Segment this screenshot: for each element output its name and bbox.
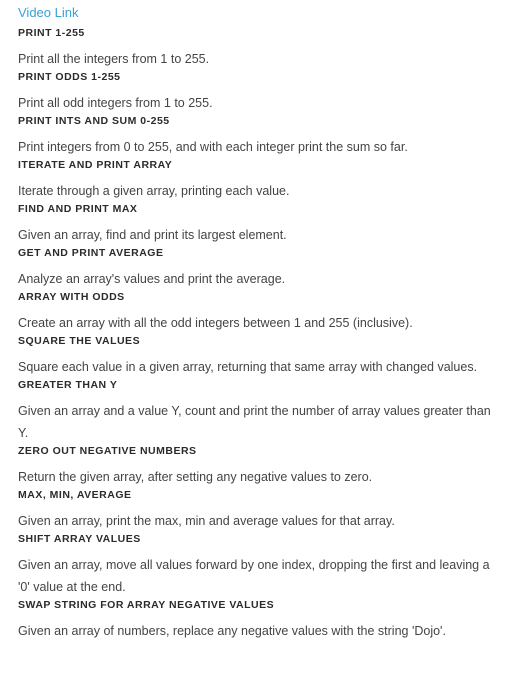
exercise-description: Iterate through a given array, printing … — [18, 184, 290, 198]
exercise-description: Print all odd integers from 1 to 255. — [18, 96, 213, 110]
exercise-description: Given an array, print the max, min and a… — [18, 514, 395, 528]
exercise-item: PRINT 1-255 Print all the integers from … — [18, 26, 493, 70]
exercise-title: PRINT 1-255 — [18, 27, 85, 39]
exercise-description: Print integers from 0 to 255, and with e… — [18, 140, 408, 154]
exercise-description: Return the given array, after setting an… — [18, 470, 373, 484]
exercise-title: SWAP STRING FOR ARRAY NEGATIVE VALUES — [18, 599, 275, 611]
exercise-description: Analyze an array's values and print the … — [18, 272, 286, 286]
exercise-item: SHIFT ARRAY VALUES Given an array, move … — [18, 532, 493, 598]
exercise-item: MAX, MIN, AVERAGE Given an array, print … — [18, 488, 493, 532]
exercise-title: PRINT ODDS 1-255 — [18, 71, 121, 83]
exercise-title: GET AND PRINT AVERAGE — [18, 247, 164, 259]
exercise-item: PRINT ODDS 1-255 Print all odd integers … — [18, 70, 493, 114]
exercise-description: Create an array with all the odd integer… — [18, 316, 413, 330]
exercise-title: SQUARE THE VALUES — [18, 335, 141, 347]
exercise-title: SHIFT ARRAY VALUES — [18, 533, 141, 545]
exercise-item: FIND AND PRINT MAX Given an array, find … — [18, 202, 493, 246]
exercise-title: FIND AND PRINT MAX — [18, 203, 138, 215]
exercise-item: ZERO OUT NEGATIVE NUMBERS Return the giv… — [18, 444, 493, 488]
exercise-title: ARRAY WITH ODDS — [18, 291, 125, 303]
video-link[interactable]: Video Link — [18, 4, 493, 21]
exercise-item: ARRAY WITH ODDS Create an array with all… — [18, 290, 493, 334]
exercise-description: Given an array and a value Y, count and … — [18, 404, 491, 440]
exercise-description: Given an array, find and print its large… — [18, 228, 287, 242]
exercise-page: Video Link PRINT 1-255 Print all the int… — [0, 0, 509, 679]
exercise-title: ZERO OUT NEGATIVE NUMBERS — [18, 445, 197, 457]
exercise-item: ITERATE AND PRINT ARRAY Iterate through … — [18, 158, 493, 202]
exercise-title: MAX, MIN, AVERAGE — [18, 489, 132, 501]
exercise-description: Given an array, move all values forward … — [18, 558, 490, 594]
exercise-item: SWAP STRING FOR ARRAY NEGATIVE VALUES Gi… — [18, 598, 493, 642]
exercise-item: PRINT INTS AND SUM 0-255 Print integers … — [18, 114, 493, 158]
exercise-item: GREATER THAN Y Given an array and a valu… — [18, 378, 493, 444]
exercise-description: Print all the integers from 1 to 255. — [18, 52, 210, 66]
exercise-title: ITERATE AND PRINT ARRAY — [18, 159, 173, 171]
exercise-description: Given an array of numbers, replace any n… — [18, 624, 446, 638]
exercise-item: SQUARE THE VALUES Square each value in a… — [18, 334, 493, 378]
exercise-description: Square each value in a given array, retu… — [18, 360, 478, 374]
exercise-item: GET AND PRINT AVERAGE Analyze an array's… — [18, 246, 493, 290]
exercise-title: GREATER THAN Y — [18, 379, 118, 391]
exercise-title: PRINT INTS AND SUM 0-255 — [18, 115, 170, 127]
